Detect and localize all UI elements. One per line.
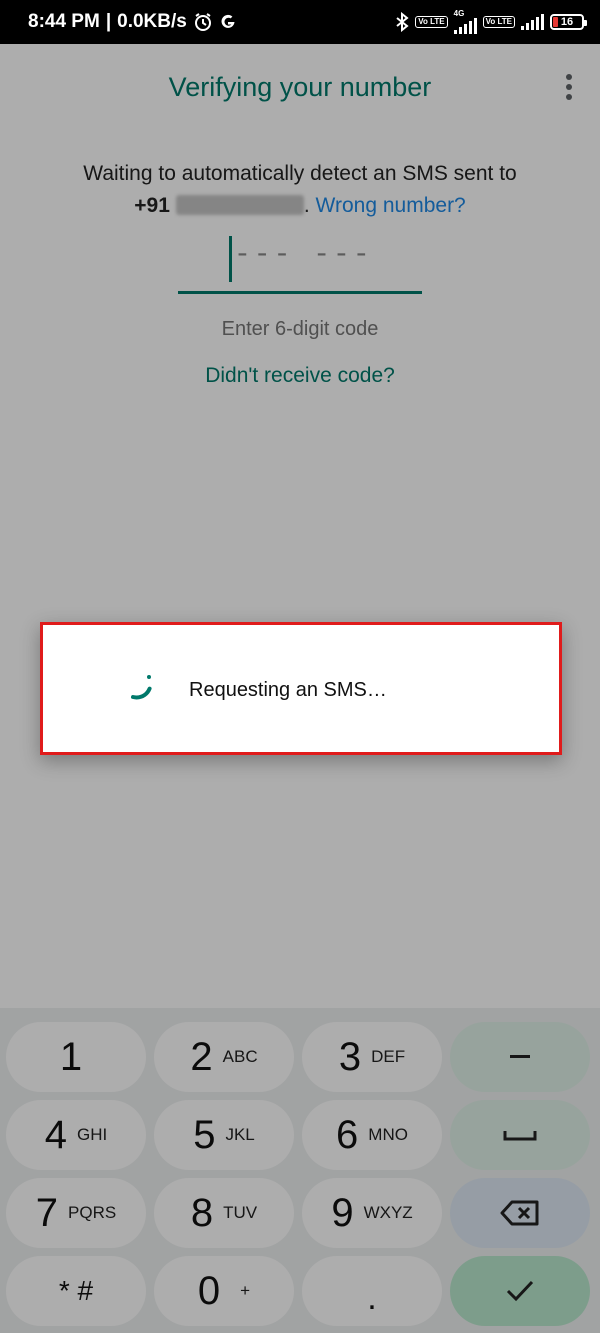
google-icon	[219, 13, 237, 31]
signal-icon-2	[521, 14, 544, 30]
status-speed: 0.0KB/s	[117, 11, 187, 32]
battery-icon: 16	[550, 14, 587, 30]
status-separator: |	[105, 11, 112, 32]
network-type: 4G	[453, 9, 465, 18]
loading-spinner-icon	[131, 675, 153, 700]
alarm-icon	[193, 12, 213, 32]
battery-level: 16	[560, 16, 574, 28]
volte-badge-2: Vo LTE	[482, 16, 515, 28]
volte-badge: Vo LTE	[415, 16, 448, 28]
bluetooth-icon	[395, 12, 409, 32]
signal-icon: 4G	[453, 9, 477, 34]
status-time: 8:44 PM	[28, 11, 100, 32]
status-bar: 8:44 PM | 0.0KB/s Vo LTE 4G Vo LTE 16	[0, 0, 600, 44]
dialog-message: Requesting an SMS…	[189, 679, 387, 701]
requesting-sms-dialog: Requesting an SMS…	[40, 622, 562, 755]
